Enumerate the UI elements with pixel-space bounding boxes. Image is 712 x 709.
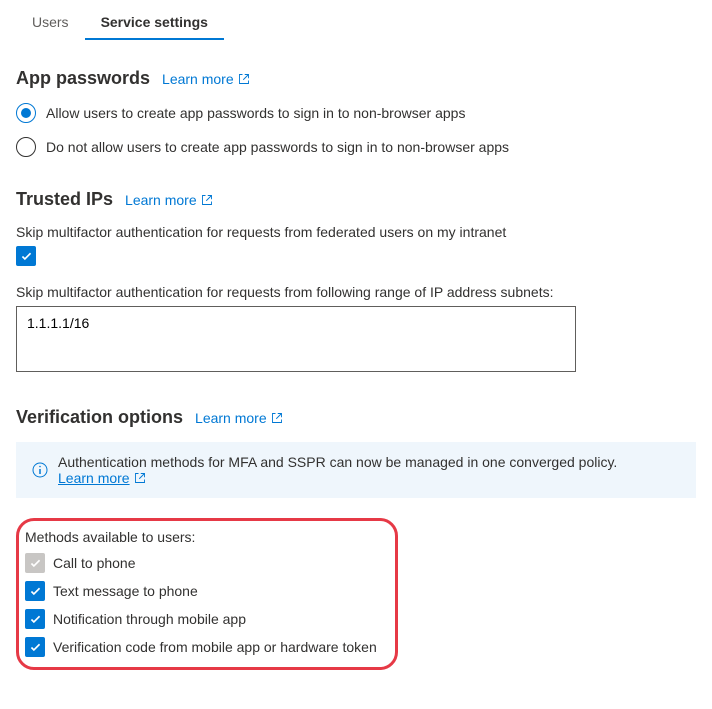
learn-more-label: Learn more [195, 410, 267, 426]
app-passwords-allow-option[interactable]: Allow users to create app passwords to s… [16, 103, 696, 123]
method-text-row: Text message to phone [25, 581, 385, 601]
external-link-icon [134, 472, 146, 484]
app-passwords-deny-option[interactable]: Do not allow users to create app passwor… [16, 137, 696, 157]
method-notification-label: Notification through mobile app [53, 611, 246, 627]
trusted-ips-header: Trusted IPs Learn more [16, 189, 696, 210]
checkmark-icon [29, 641, 42, 654]
method-call-label: Call to phone [53, 555, 136, 571]
method-call-row: Call to phone [25, 553, 385, 573]
learn-more-label: Learn more [162, 71, 234, 87]
checkmark-icon [29, 557, 42, 570]
method-notification-row: Notification through mobile app [25, 609, 385, 629]
info-text-content: Authentication methods for MFA and SSPR … [58, 454, 617, 470]
tab-users[interactable]: Users [16, 4, 85, 40]
verification-learn-more-link[interactable]: Learn more [195, 410, 283, 426]
learn-more-label: Learn more [125, 192, 197, 208]
verification-header: Verification options Learn more [16, 407, 696, 428]
external-link-icon [271, 412, 283, 424]
checkmark-icon [29, 585, 42, 598]
app-passwords-title: App passwords [16, 68, 150, 89]
app-passwords-header: App passwords Learn more [16, 68, 696, 89]
trusted-ips-title: Trusted IPs [16, 189, 113, 210]
ip-range-label: Skip multifactor authentication for requ… [16, 284, 696, 300]
settings-tabs: Users Service settings [16, 4, 696, 40]
ip-range-input[interactable]: 1.1.1.1/16 [16, 306, 576, 372]
radio-deny-label: Do not allow users to create app passwor… [46, 139, 509, 155]
method-code-row: Verification code from mobile app or har… [25, 637, 385, 657]
method-text-checkbox[interactable] [25, 581, 45, 601]
checkmark-icon [29, 613, 42, 626]
method-code-checkbox[interactable] [25, 637, 45, 657]
verification-title: Verification options [16, 407, 183, 428]
radio-allow[interactable] [16, 103, 36, 123]
info-icon [32, 462, 48, 478]
tab-service-settings[interactable]: Service settings [85, 4, 224, 40]
info-banner-learn-more-link[interactable]: Learn more [58, 470, 146, 486]
methods-highlight-box: Methods available to users: Call to phon… [16, 518, 398, 670]
app-passwords-radio-group: Allow users to create app passwords to s… [16, 103, 696, 157]
trusted-ips-learn-more-link[interactable]: Learn more [125, 192, 213, 208]
external-link-icon [238, 73, 250, 85]
skip-federated-label: Skip multifactor authentication for requ… [16, 224, 696, 240]
methods-label: Methods available to users: [25, 529, 385, 545]
method-call-checkbox [25, 553, 45, 573]
checkmark-icon [20, 250, 33, 263]
skip-federated-checkbox[interactable] [16, 246, 36, 266]
learn-more-label: Learn more [58, 470, 130, 486]
radio-allow-label: Allow users to create app passwords to s… [46, 105, 465, 121]
verification-info-banner: Authentication methods for MFA and SSPR … [16, 442, 696, 498]
radio-deny[interactable] [16, 137, 36, 157]
method-text-label: Text message to phone [53, 583, 198, 599]
app-passwords-learn-more-link[interactable]: Learn more [162, 71, 250, 87]
info-banner-text: Authentication methods for MFA and SSPR … [58, 454, 680, 486]
external-link-icon [201, 194, 213, 206]
method-code-label: Verification code from mobile app or har… [53, 639, 377, 655]
method-notification-checkbox[interactable] [25, 609, 45, 629]
